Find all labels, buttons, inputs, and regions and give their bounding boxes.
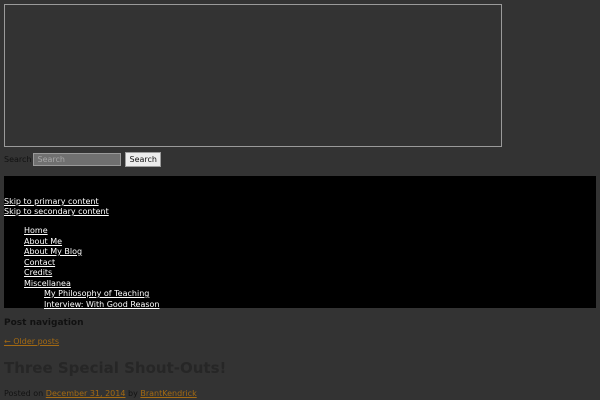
- menu-link-home[interactable]: Home: [24, 226, 48, 235]
- menu-link-about-me[interactable]: About Me: [24, 237, 62, 246]
- submenu-item-philosophy: My Philosophy of Teaching: [4, 289, 159, 300]
- menu-link-credits[interactable]: Credits: [24, 268, 52, 277]
- menu-link-miscellanea[interactable]: Miscellanea: [24, 279, 71, 288]
- menu-link-about-my-blog[interactable]: About My Blog: [24, 247, 82, 256]
- submenu-link-philosophy[interactable]: My Philosophy of Teaching: [44, 289, 149, 298]
- menu-link-contact[interactable]: Contact: [24, 258, 55, 267]
- submenu-link-interview[interactable]: Interview: With Good Reason: [44, 300, 159, 309]
- by-label: by: [128, 389, 138, 398]
- posted-on-label: Posted on: [4, 389, 44, 398]
- menu-item-credits: Credits: [4, 268, 159, 279]
- search-form: Search Search: [4, 151, 161, 167]
- search-input[interactable]: [33, 152, 122, 166]
- menu-item-home: Home: [4, 226, 159, 237]
- primary-menu: Home About Me About My Blog Contact Cred…: [4, 226, 159, 310]
- post-navigation-heading: Post navigation: [4, 318, 84, 328]
- post-date-link[interactable]: December 31, 2014: [46, 389, 126, 398]
- header-image: [4, 4, 502, 147]
- search-button[interactable]: Search: [125, 151, 161, 167]
- older-posts-link[interactable]: ← Older posts: [4, 337, 59, 346]
- menu-item-about-me: About Me: [4, 237, 159, 248]
- post-title[interactable]: Three Special Shout-Outs!: [4, 358, 226, 378]
- skip-to-secondary-link[interactable]: Skip to secondary content: [4, 207, 109, 217]
- submenu-item-interview: Interview: With Good Reason: [4, 300, 159, 311]
- skip-to-primary-link[interactable]: Skip to primary content: [4, 197, 99, 207]
- menu-item-miscellanea: Miscellanea: [4, 279, 159, 290]
- menu-item-contact: Contact: [4, 258, 159, 269]
- author-link[interactable]: BrantKendrick: [140, 389, 196, 398]
- search-label: Search: [4, 154, 32, 164]
- post-meta: Posted on December 31, 2014 by BrantKend…: [4, 389, 197, 399]
- menu-item-about-my-blog: About My Blog: [4, 247, 159, 258]
